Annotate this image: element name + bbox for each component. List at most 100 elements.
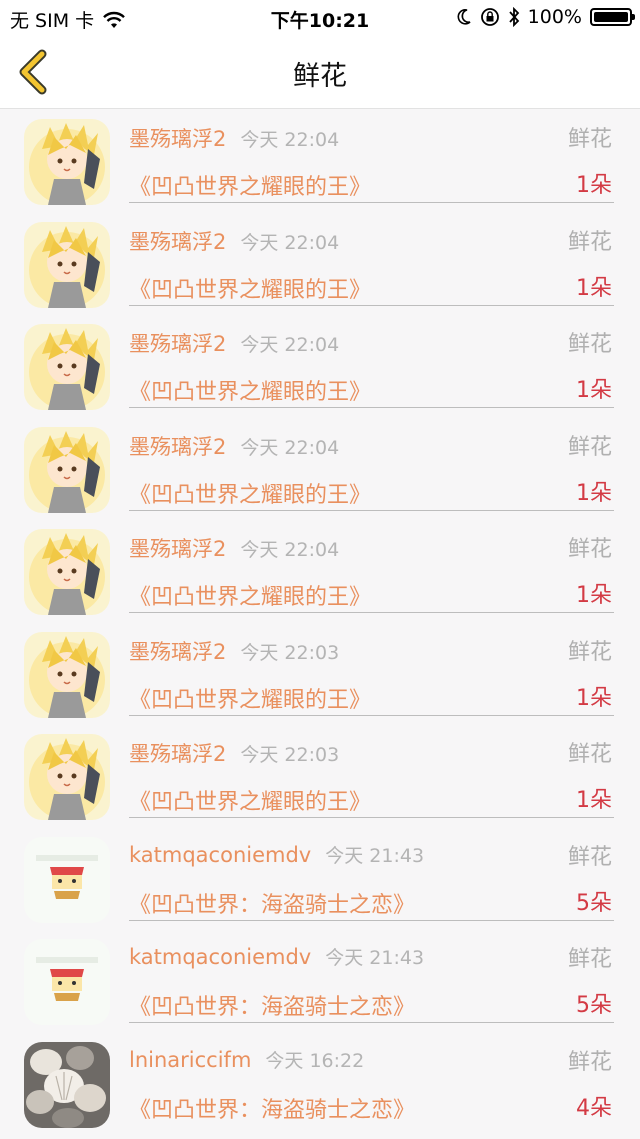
battery-percent: 100% — [527, 6, 582, 28]
sender-name[interactable]: 墨殇璃浮2 — [129, 640, 226, 664]
record-time: 今天 22:04 — [240, 334, 340, 356]
flower-count: 1朵 — [576, 788, 612, 813]
book-title[interactable]: 《凹凸世界：海盗骑士之恋》 — [129, 989, 415, 1021]
anime-avatar-icon — [24, 324, 110, 410]
user-avatar[interactable] — [24, 324, 110, 410]
gift-type: 鲜花 — [567, 639, 612, 665]
sender-line: 墨殇璃浮2 今天 22:04 — [129, 123, 339, 153]
sender-name[interactable]: katmqaconiemdv — [129, 945, 311, 969]
anime-avatar-icon — [24, 734, 110, 820]
record-time: 今天 22:04 — [240, 436, 340, 459]
flower-count: 4朵 — [576, 1095, 612, 1121]
sender-name[interactable]: 墨殇璃浮2 — [129, 537, 226, 561]
sender-line: 墨殇璃浮2 今天 22:03 — [129, 636, 339, 666]
record-time: 今天 22:04 — [240, 231, 340, 254]
shells-avatar-icon — [24, 1041, 110, 1128]
user-avatar[interactable] — [24, 426, 110, 513]
book-title[interactable]: 《凹凸世界：海盗骑士之恋》 — [129, 887, 415, 919]
moon-icon — [457, 9, 471, 25]
flower-count: 1朵 — [576, 173, 612, 198]
gift-type: 鲜花 — [567, 229, 612, 255]
anime-avatar-icon — [24, 426, 110, 513]
record-time: 今天 22:04 — [240, 129, 340, 151]
book-title[interactable]: 《凹凸世界之耀眼的王》 — [129, 784, 371, 816]
flower-record-list: 墨殇璃浮2 今天 22:04 鲜花 《凹凸世界之耀眼的王》 1朵 墨殇璃浮2 今天 … — [0, 109, 640, 1134]
user-avatar[interactable] — [24, 631, 110, 718]
sender-line: lninariccifm 今天 16:22 — [129, 1046, 364, 1073]
sender-name[interactable]: lninariccifm — [129, 1048, 251, 1072]
user-avatar[interactable] — [24, 734, 110, 820]
list-item[interactable]: 墨殇璃浮2 今天 22:04 鲜花 《凹凸世界之耀眼的王》 1朵 — [0, 212, 640, 315]
sender-line: 墨殇璃浮2 今天 22:04 — [129, 328, 339, 358]
record-time: 今天 22:04 — [240, 539, 340, 561]
sticker-avatar-icon — [24, 939, 110, 1025]
book-title[interactable]: 《凹凸世界之耀眼的王》 — [129, 682, 371, 714]
record-time: 今天 21:43 — [325, 844, 425, 867]
battery-icon — [590, 8, 635, 26]
anime-avatar-icon — [24, 631, 110, 718]
record-time: 今天 21:43 — [325, 947, 425, 969]
list-item[interactable]: katmqaconiemdv 今天 21:43 鲜花 《凹凸世界：海盗骑士之恋》 … — [0, 929, 640, 1032]
gift-type: 鲜花 — [567, 332, 612, 357]
user-avatar[interactable] — [24, 1041, 110, 1128]
list-item[interactable]: 墨殇璃浮2 今天 22:04 鲜花 《凹凸世界之耀眼的王》 1朵 — [0, 519, 640, 622]
record-time: 今天 22:03 — [240, 744, 340, 766]
sticker-avatar-icon — [24, 836, 110, 923]
anime-avatar-icon — [24, 119, 110, 205]
sender-line: 墨殇璃浮2 今天 22:03 — [129, 738, 339, 768]
sender-name[interactable]: katmqaconiemdv — [129, 843, 311, 867]
gift-type: 鲜花 — [567, 434, 612, 460]
sender-line: 墨殇璃浮2 今天 22:04 — [129, 226, 339, 256]
sender-line: katmqaconiemdv 今天 21:43 — [129, 943, 424, 970]
navigation-bar: 鲜花 — [0, 36, 640, 109]
book-title[interactable]: 《凹凸世界：海盗骑士之恋》 — [129, 1092, 415, 1124]
gift-type: 鲜花 — [567, 127, 612, 152]
list-item[interactable]: 墨殇璃浮2 今天 22:03 鲜花 《凹凸世界之耀眼的王》 1朵 — [0, 724, 640, 827]
sender-name[interactable]: 墨殇璃浮2 — [129, 230, 226, 254]
row-divider — [129, 612, 614, 613]
status-bar: 无 SIM 卡 下午10:21 100% — [0, 0, 640, 36]
flower-count: 1朵 — [576, 480, 612, 506]
row-divider — [129, 817, 614, 818]
flower-count: 1朵 — [576, 685, 612, 711]
book-title[interactable]: 《凹凸世界之耀眼的王》 — [129, 477, 371, 509]
book-title[interactable]: 《凹凸世界之耀眼的王》 — [129, 579, 371, 611]
gift-type: 鲜花 — [567, 947, 612, 972]
anime-avatar-icon — [24, 529, 110, 615]
sender-name[interactable]: 墨殇璃浮2 — [129, 742, 226, 766]
gift-type: 鲜花 — [567, 1049, 612, 1075]
list-item[interactable]: lninariccifm 今天 16:22 鲜花 《凹凸世界：海盗骑士之恋》 4朵 — [0, 1032, 640, 1135]
list-item[interactable]: katmqaconiemdv 今天 21:43 鲜花 《凹凸世界：海盗骑士之恋》 … — [0, 827, 640, 930]
gift-type: 鲜花 — [567, 742, 612, 767]
sender-name[interactable]: 墨殇璃浮2 — [129, 435, 226, 459]
user-avatar[interactable] — [24, 939, 110, 1025]
book-title[interactable]: 《凹凸世界之耀眼的王》 — [129, 272, 371, 304]
record-time: 今天 16:22 — [265, 1049, 365, 1072]
list-item[interactable]: 墨殇璃浮2 今天 22:04 鲜花 《凹凸世界之耀眼的王》 1朵 — [0, 417, 640, 520]
flower-count: 1朵 — [576, 583, 612, 608]
row-divider — [129, 714, 614, 716]
book-title[interactable]: 《凹凸世界之耀眼的王》 — [129, 169, 371, 201]
gift-type: 鲜花 — [567, 537, 612, 562]
status-right: 100% — [456, 6, 635, 28]
anime-avatar-icon — [24, 221, 110, 308]
row-divider — [129, 202, 614, 203]
orientation-lock-icon — [480, 8, 499, 26]
sender-name[interactable]: 墨殇璃浮2 — [129, 127, 226, 151]
user-avatar[interactable] — [24, 836, 110, 923]
flower-count: 1朵 — [576, 275, 612, 301]
list-item[interactable]: 墨殇璃浮2 今天 22:03 鲜花 《凹凸世界之耀眼的王》 1朵 — [0, 622, 640, 725]
sender-line: 墨殇璃浮2 今天 22:04 — [129, 431, 339, 461]
user-avatar[interactable] — [24, 529, 110, 615]
sender-name[interactable]: 墨殇璃浮2 — [129, 332, 226, 356]
book-title[interactable]: 《凹凸世界之耀眼的王》 — [129, 374, 371, 406]
sender-line: 墨殇璃浮2 今天 22:04 — [129, 533, 339, 563]
list-item[interactable]: 墨殇璃浮2 今天 22:04 鲜花 《凹凸世界之耀眼的王》 1朵 — [0, 109, 640, 212]
list-item[interactable]: 墨殇璃浮2 今天 22:04 鲜花 《凹凸世界之耀眼的王》 1朵 — [0, 314, 640, 417]
bluetooth-icon — [508, 7, 519, 27]
row-divider — [129, 407, 614, 408]
user-avatar[interactable] — [24, 221, 110, 308]
row-divider — [129, 919, 614, 921]
user-avatar[interactable] — [24, 119, 110, 205]
row-divider — [129, 1022, 614, 1023]
